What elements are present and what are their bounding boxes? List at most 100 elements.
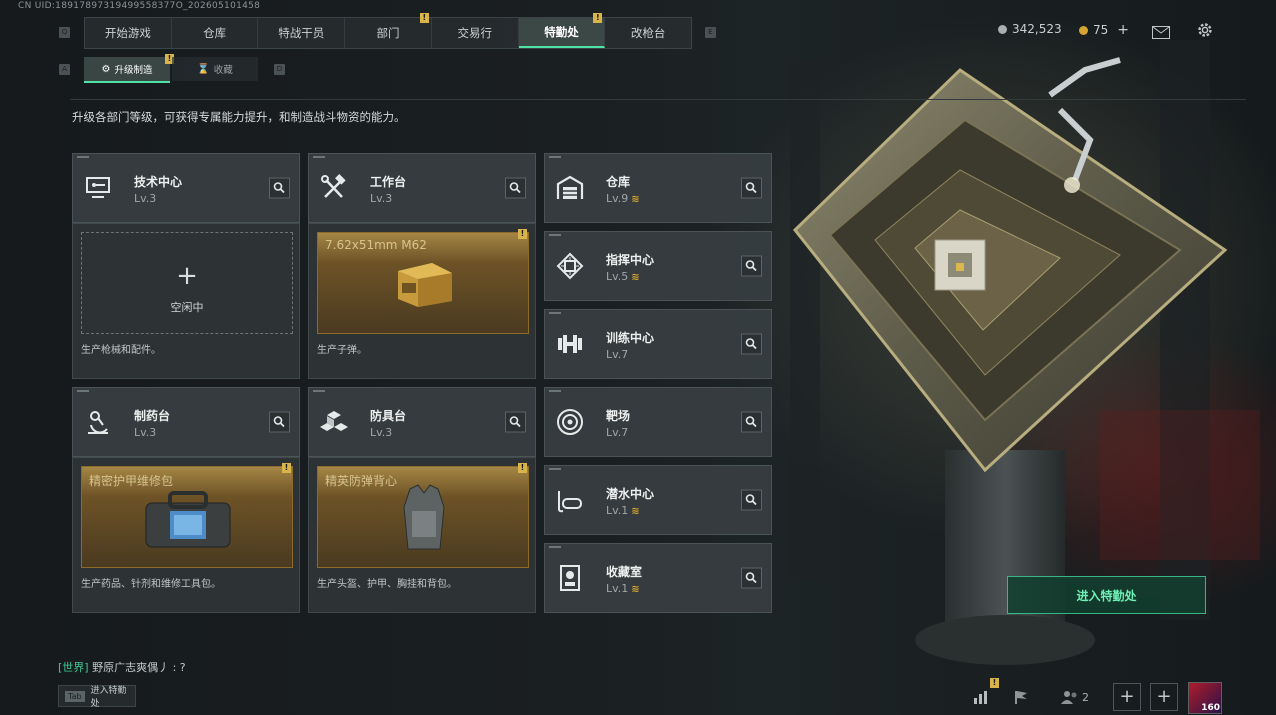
department-card-shooting-range[interactable]: 靶场 Lv.7: [544, 387, 772, 457]
search-icon[interactable]: [741, 411, 762, 433]
production-panel-workbench: 7.62x51mm M62 ! 生产子弹。: [308, 223, 536, 379]
main-nav: 开始游戏 仓库 特战干员 部门! 交易行 特勤处! 改枪台: [84, 13, 692, 49]
friends-button[interactable]: 2: [1058, 683, 1092, 711]
add-icon: +: [176, 261, 198, 291]
upgrade-available-icon: ≋: [631, 272, 640, 283]
chat-text: 野原广志爽偶丿 : ?: [92, 661, 186, 674]
search-icon[interactable]: [269, 177, 290, 199]
enter-special-ops-button[interactable]: 进入特勤处: [1007, 576, 1206, 614]
chat-message[interactable]: [世界] 野原广志爽偶丿 : ?: [58, 659, 186, 675]
page-description: 升级各部门等级，可获得专属能力提升，和制造战斗物资的能力。: [72, 110, 406, 124]
production-slot[interactable]: 7.62x51mm M62: [317, 232, 529, 334]
add-premium-icon[interactable]: +: [1117, 22, 1129, 38]
idle-slot[interactable]: + 空闲中: [81, 232, 293, 334]
search-icon[interactable]: [505, 177, 526, 199]
search-icon[interactable]: [741, 333, 762, 355]
search-icon[interactable]: [269, 411, 290, 433]
armor-cubes-icon: [320, 411, 348, 431]
coin-balance[interactable]: 342,523: [998, 22, 1062, 36]
tab-warehouse[interactable]: 仓库: [172, 18, 259, 48]
workshop-level: Lv.3: [370, 426, 393, 439]
add-party-slot-button[interactable]: +: [1150, 683, 1178, 711]
workshop-card-pharmacy[interactable]: 制药台 Lv.3: [72, 387, 300, 457]
diving-mask-icon: [558, 491, 582, 513]
idle-label: 空闲中: [170, 301, 204, 314]
workshop-name: 工作台: [370, 175, 407, 189]
department-name: 靶场: [606, 409, 631, 423]
workshop-caption: 生产枪械和配件。: [81, 345, 161, 356]
search-icon[interactable]: [741, 489, 762, 511]
department-name: 潜水中心: [606, 487, 655, 501]
hammer-wrench-icon: [321, 174, 346, 198]
workshop-card-workbench[interactable]: 工作台 Lv.3: [308, 153, 536, 223]
workshop-caption: 生产子弹。: [317, 345, 367, 356]
premium-balance[interactable]: 75 +: [1079, 22, 1129, 38]
workshop-level: Lv.3: [134, 192, 157, 205]
key-hint-d: D: [274, 64, 285, 75]
department-name: 指挥中心: [606, 253, 655, 267]
sub-nav: ⚙ 升级制造 ! ⌛ 收藏: [84, 54, 258, 83]
tab-collection[interactable]: ⌛ 收藏: [172, 57, 258, 81]
key-hint-e: E: [705, 27, 716, 38]
search-icon[interactable]: [741, 567, 762, 589]
collection-icon: [560, 565, 580, 591]
settings-gear-icon[interactable]: [1196, 21, 1214, 43]
department-level-row: Lv.1 ≋: [606, 504, 640, 517]
production-slot[interactable]: 精密护甲维修包: [81, 466, 293, 568]
department-card-collection-room[interactable]: 收藏室 Lv.1 ≋: [544, 543, 772, 613]
department-card-diving-center[interactable]: 潜水中心 Lv.1 ≋: [544, 465, 772, 535]
chip-icon: [556, 252, 584, 280]
department-level-row: Lv.1 ≋: [606, 582, 640, 595]
workshop-level: Lv.3: [134, 426, 157, 439]
notification-badge: !: [518, 463, 527, 473]
department-name: 仓库: [606, 175, 631, 189]
department-card-training-center[interactable]: 训练中心 Lv.7: [544, 309, 772, 379]
notification-badge: !: [518, 229, 527, 239]
friends-count: 2: [1082, 690, 1089, 704]
department-level: Lv.7: [606, 426, 629, 439]
tab-special-ops[interactable]: 特勤处!: [518, 13, 606, 48]
dumbbell-icon: [558, 335, 582, 353]
tab-start-game[interactable]: 开始游戏: [85, 18, 172, 48]
search-icon[interactable]: [505, 411, 526, 433]
key-hint-q: Q: [59, 27, 70, 38]
tab-department[interactable]: 部门!: [345, 13, 432, 48]
tab-hint-label: 进入特勤处: [90, 686, 127, 709]
ammo-box-image: [398, 263, 452, 307]
tab-trade[interactable]: 交易行: [432, 18, 519, 48]
add-party-slot-button[interactable]: +: [1113, 683, 1141, 711]
upgrade-available-icon: ≋: [631, 506, 640, 517]
hourglass-icon: ⌛: [197, 63, 210, 75]
coin-icon: [998, 24, 1007, 34]
key-hint-a: A: [59, 64, 70, 75]
friends-icon: [1061, 691, 1077, 704]
tab-upgrade-craft[interactable]: ⚙ 升级制造 !: [84, 54, 174, 83]
department-name: 训练中心: [606, 331, 655, 345]
workshop-card-armor-bench[interactable]: 防具台 Lv.3: [308, 387, 536, 457]
notification-badge: !: [419, 13, 429, 23]
tab-operators[interactable]: 特战干员: [258, 18, 346, 48]
tab-key-hint[interactable]: Tab 进入特勤处: [58, 685, 136, 709]
production-panel-tech-center: + 空闲中 生产枪械和配件。: [72, 223, 300, 379]
tab-gunsmith[interactable]: 改枪台: [605, 18, 691, 48]
flag-icon[interactable]: [1006, 683, 1036, 711]
notification-badge: !: [282, 463, 291, 473]
department-card-warehouse[interactable]: 仓库 Lv.9 ≋: [544, 153, 772, 223]
workshop-caption: 生产药品、针剂和维修工具包。: [81, 579, 221, 590]
tech-center-icon: [86, 177, 110, 198]
workshop-card-tech-center[interactable]: 技术中心 Lv.3: [72, 153, 300, 223]
workshop-name: 防具台: [370, 409, 407, 423]
armor-repair-kit-image: [145, 491, 231, 548]
produced-item-name: 精英防弹背心: [325, 474, 398, 488]
search-icon[interactable]: [741, 177, 762, 199]
stats-icon[interactable]: !: [966, 678, 999, 711]
avatar[interactable]: 160: [1188, 682, 1222, 714]
search-icon[interactable]: [741, 255, 762, 277]
workshop-name: 技术中心: [134, 175, 183, 189]
department-level-row: Lv.9 ≋: [606, 192, 640, 205]
target-icon: [557, 409, 583, 435]
department-level: Lv.7: [606, 348, 629, 361]
department-card-command-center[interactable]: 指挥中心 Lv.5 ≋: [544, 231, 772, 301]
production-slot[interactable]: 精英防弹背心: [317, 466, 529, 568]
mail-icon[interactable]: [1152, 24, 1170, 43]
